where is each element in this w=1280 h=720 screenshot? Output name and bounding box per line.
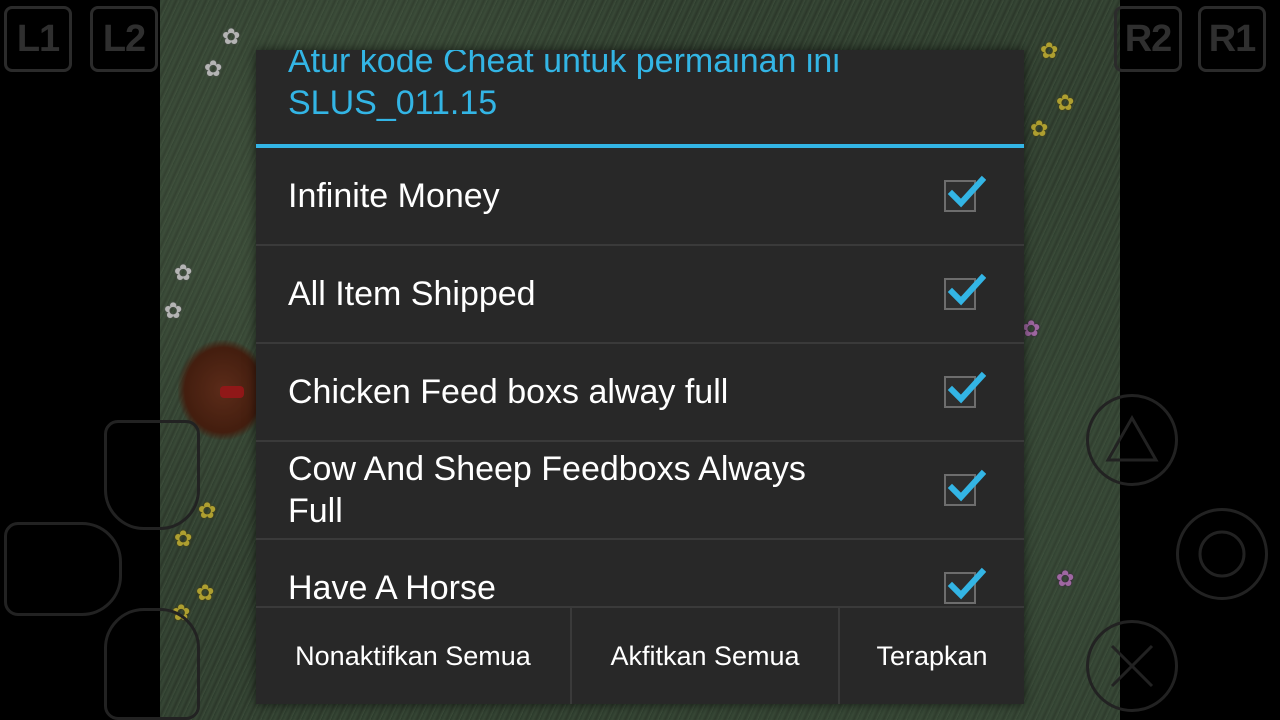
cheat-item-have-a-horse[interactable]: Have A Horse — [256, 540, 1024, 606]
cheat-checkbox[interactable] — [944, 175, 986, 212]
checkmark-icon — [947, 273, 986, 306]
cheat-item-all-item-shipped[interactable]: All Item Shipped — [256, 246, 1024, 344]
dialog-header: Atur kode Cheat untuk permainan ini SLUS… — [256, 50, 1024, 144]
checkmark-icon — [947, 175, 986, 208]
game-id-text: SLUS_011.15 — [288, 84, 498, 122]
checkmark-icon — [947, 567, 986, 600]
cheat-label: All Item Shipped — [288, 275, 536, 313]
cheat-checkbox[interactable] — [944, 273, 986, 310]
cheat-item-cow-sheep-feedboxs[interactable]: Cow And Sheep Feedboxs Always Full — [256, 442, 1024, 540]
emulator-screen: ✿ ✿ ✿ ✿ ✿ ✿ ✿ ✿ ✿ ✿ ✿ ✿ ✿ L1 L2 R2 R1 At… — [0, 0, 1280, 720]
cheat-checkbox[interactable] — [944, 371, 986, 408]
enable-all-button[interactable]: Akfitkan Semua — [570, 608, 838, 704]
cheat-label: Infinite Money — [288, 177, 500, 215]
dialog-title: Atur kode Cheat untuk permainan ini SLUS… — [288, 50, 988, 124]
checkmark-icon — [947, 469, 986, 502]
cheat-list[interactable]: Infinite Money All Item Shipped Chicken … — [256, 148, 1024, 606]
cheat-label: Have A Horse — [288, 569, 496, 606]
cheat-label: Chicken Feed boxs alway full — [288, 373, 729, 411]
disable-all-button[interactable]: Nonaktifkan Semua — [256, 608, 570, 704]
cheat-item-chicken-feed[interactable]: Chicken Feed boxs alway full — [256, 344, 1024, 442]
apply-button[interactable]: Terapkan — [838, 608, 1024, 704]
checkmark-icon — [947, 371, 986, 404]
cheat-checkbox[interactable] — [944, 567, 986, 604]
cheat-item-infinite-money[interactable]: Infinite Money — [256, 148, 1024, 246]
cheat-checkbox[interactable] — [944, 469, 986, 506]
dialog-button-bar: Nonaktifkan Semua Akfitkan Semua Terapka… — [256, 606, 1024, 704]
cheat-dialog: Atur kode Cheat untuk permainan ini SLUS… — [256, 50, 1024, 704]
dialog-title-text: Atur kode Cheat untuk permainan ini — [288, 50, 840, 80]
cheat-label: Cow And Sheep Feedboxs Always Full — [288, 450, 806, 530]
